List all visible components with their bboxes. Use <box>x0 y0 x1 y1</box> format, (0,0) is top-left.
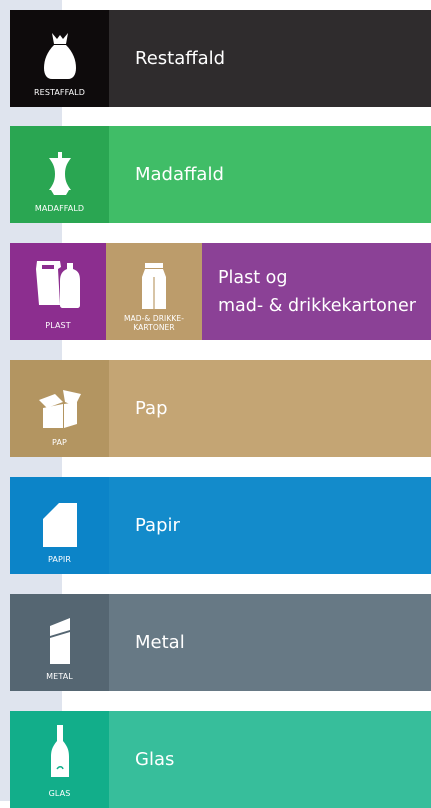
category-row-restaffald[interactable]: RESTAFFALD Restaffald <box>10 10 431 107</box>
category-label-text: Papir <box>135 515 180 536</box>
plastic-bottles-icon <box>34 257 82 309</box>
category-tile-kartoner: MAD-& DRIKKE- KARTONER <box>106 243 202 340</box>
category-tile-papir: PAPIR <box>10 477 109 574</box>
milk-carton-icon <box>141 257 167 309</box>
category-label-text: Metal <box>135 632 185 653</box>
category-label-glas: Glas <box>109 711 431 808</box>
category-caption-kartoner: MAD-& DRIKKE- KARTONER <box>106 314 202 332</box>
category-label-text: Restaffald <box>135 48 226 69</box>
paper-sheet-icon <box>42 495 77 547</box>
category-label-metal: Metal <box>109 594 431 691</box>
category-label-text-line2: mad- & drikkekartoner <box>218 295 416 316</box>
category-label-text: Glas <box>135 749 175 770</box>
category-caption: MADAFFALD <box>34 204 85 213</box>
category-caption: METAL <box>46 672 73 681</box>
category-row-glas[interactable]: GLAS Glas <box>10 711 431 808</box>
category-caption: RESTAFFALD <box>34 88 85 97</box>
category-caption: PLAST <box>45 320 71 330</box>
category-tile-glas: GLAS <box>10 711 109 808</box>
category-row-papir[interactable]: PAPIR Papir <box>10 477 431 574</box>
apple-core-icon <box>46 144 74 196</box>
category-caption: PAP <box>52 438 67 447</box>
category-label-madaffald: Madaffald <box>109 126 431 223</box>
category-label-text: Madaffald <box>135 164 224 185</box>
category-row-metal[interactable]: METAL Metal <box>10 594 431 691</box>
category-label-restaffald: Restaffald <box>109 10 431 107</box>
category-label-text-line1: Plast og <box>218 267 288 288</box>
category-caption: GLAS <box>48 789 71 798</box>
caption-line: KARTONER <box>133 322 175 332</box>
category-tile-pap: PAP <box>10 360 109 457</box>
category-label-pap: Pap <box>109 360 431 457</box>
category-label-text: Pap <box>135 398 168 419</box>
trash-bag-icon <box>43 28 77 80</box>
tin-can-icon <box>49 612 71 664</box>
category-tile-plast: PLAST <box>10 243 106 340</box>
category-row-pap[interactable]: PAP Pap <box>10 360 431 457</box>
cardboard-box-icon <box>37 378 83 430</box>
category-tile-madaffald: MADAFFALD <box>10 126 109 223</box>
category-row-plast[interactable]: PLAST MAD-& DRIKKE- KARTONER Plast og ma… <box>10 243 431 340</box>
category-row-madaffald[interactable]: MADAFFALD Madaffald <box>10 126 431 223</box>
category-caption: PAPIR <box>47 555 72 564</box>
category-label-papir: Papir <box>109 477 431 574</box>
category-label-plast: Plast og mad- & drikkekartoner <box>202 243 431 340</box>
category-tile-metal: METAL <box>10 594 109 691</box>
category-tile-restaffald: RESTAFFALD <box>10 10 109 107</box>
glass-bottle-icon <box>50 725 70 777</box>
